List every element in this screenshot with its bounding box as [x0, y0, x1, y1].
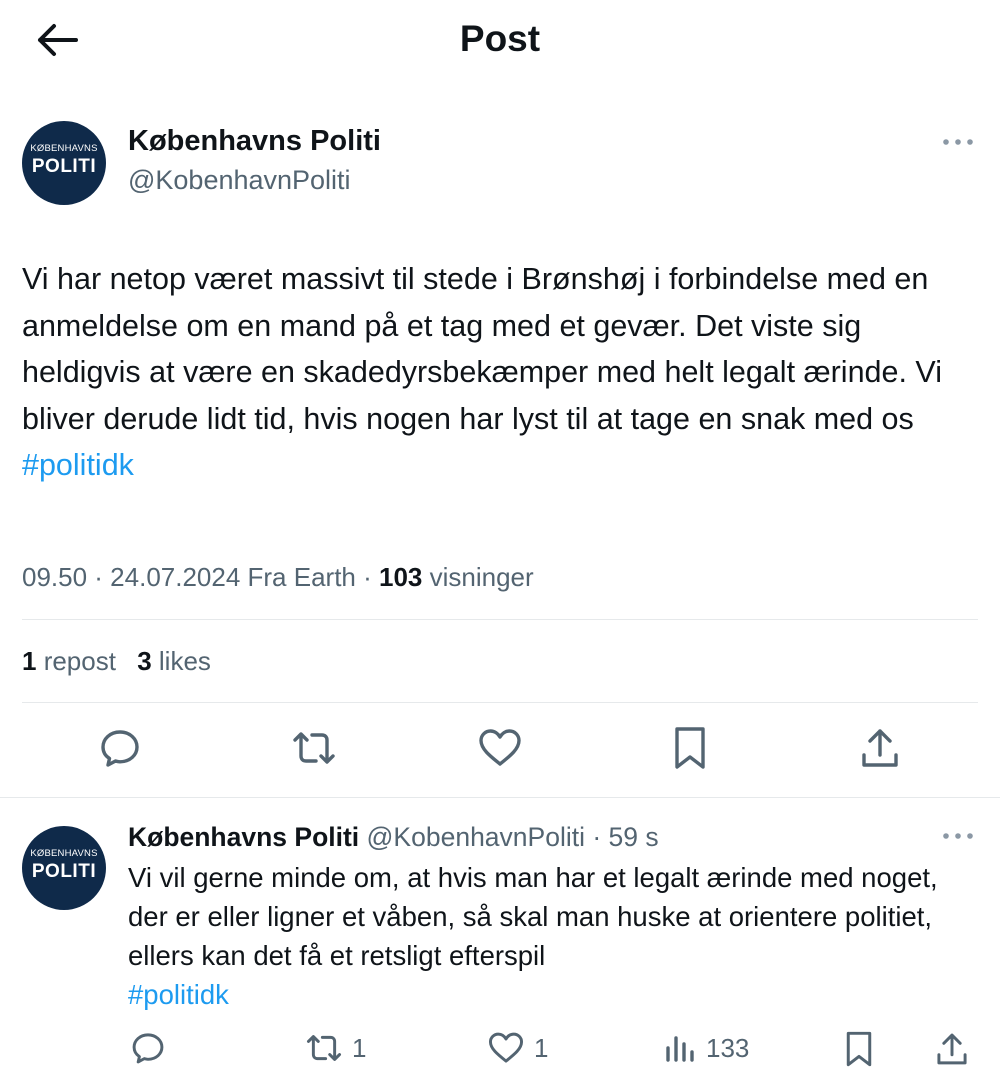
- more-icon: [943, 833, 973, 839]
- reposts-link[interactable]: 1 repost: [22, 646, 116, 676]
- bookmark-icon: [675, 727, 705, 769]
- like-icon: [488, 1032, 524, 1063]
- avatar-bottom-text: POLITI: [31, 156, 97, 177]
- page-title: Post: [459, 18, 541, 59]
- post-meta: 09.50 · 24.07.2024 Fra Earth · 103 visni…: [22, 560, 534, 594]
- reply-like-count: 1: [534, 1032, 549, 1063]
- reply-body: Vi vil gerne minde om, at hvis man har e…: [128, 862, 938, 971]
- reposts-label: repost: [36, 646, 116, 676]
- reply-views-count: 133: [706, 1032, 750, 1063]
- reply-icon: [132, 1033, 164, 1064]
- reply-header: Københavns Politi @KobenhavnPoliti · 59 …: [128, 820, 659, 854]
- likes-label: likes: [151, 646, 211, 676]
- reply-like-button[interactable]: 1: [486, 1030, 548, 1066]
- views-count: 103: [379, 562, 423, 592]
- repost-button[interactable]: [288, 722, 340, 774]
- avatar-top-text: KØBENHAVNS: [30, 143, 98, 154]
- reply-repost-button[interactable]: 1: [304, 1030, 366, 1066]
- reply-avatar[interactable]: KØBENHAVNS POLITI: [22, 826, 106, 910]
- repost-icon: [293, 732, 335, 764]
- like-icon: [479, 729, 521, 766]
- more-icon: [943, 139, 973, 145]
- reply-more-button[interactable]: [940, 826, 976, 846]
- reply-display-name[interactable]: Københavns Politi: [128, 822, 359, 852]
- avatar[interactable]: KØBENHAVNS POLITI: [22, 121, 106, 205]
- reposts-count: 1: [22, 646, 37, 676]
- reply-hashtag-link[interactable]: #politidk: [128, 979, 229, 1010]
- reply-reply-button[interactable]: [130, 1030, 166, 1066]
- author-display-name[interactable]: Københavns Politi: [128, 124, 381, 158]
- likes-link[interactable]: 3 likes: [137, 646, 211, 676]
- divider: [22, 702, 978, 703]
- author-handle[interactable]: @KobenhavnPoliti: [128, 163, 351, 197]
- share-icon: [862, 729, 898, 767]
- repost-icon: [306, 1035, 342, 1061]
- arrow-left-icon: [38, 24, 78, 56]
- likes-count: 3: [137, 646, 152, 676]
- reply-text: Vi vil gerne minde om, at hvis man har e…: [128, 858, 978, 1014]
- share-button[interactable]: [854, 722, 906, 774]
- divider: [0, 797, 1000, 798]
- more-button[interactable]: [940, 132, 976, 152]
- post-text: Vi har netop været massivt til stede i B…: [22, 256, 982, 489]
- bookmark-button[interactable]: [664, 722, 716, 774]
- reply-views-button[interactable]: 133: [664, 1030, 749, 1066]
- reply-button[interactable]: [94, 722, 146, 774]
- post-body: Vi har netop været massivt til stede i B…: [22, 262, 942, 436]
- avatar-top-text: KØBENHAVNS: [30, 848, 98, 859]
- reply-bookmark-button[interactable]: [842, 1030, 876, 1068]
- divider: [22, 619, 978, 620]
- avatar-bottom-text: POLITI: [31, 861, 97, 882]
- back-button[interactable]: [32, 20, 80, 60]
- reply-repost-count: 1: [352, 1032, 367, 1063]
- like-button[interactable]: [474, 722, 526, 774]
- views-icon: [666, 1036, 694, 1062]
- engagement-counts: 1 repost 3 likes: [22, 644, 211, 678]
- post-timestamp: 09.50 · 24.07.2024 Fra Earth ·: [22, 562, 379, 592]
- reply-icon: [101, 730, 139, 767]
- reply-handle-time[interactable]: @KobenhavnPoliti · 59 s: [359, 822, 659, 852]
- share-icon: [937, 1033, 967, 1065]
- bookmark-icon: [846, 1031, 872, 1067]
- reply-share-button[interactable]: [934, 1030, 970, 1068]
- hashtag-link[interactable]: #politidk: [22, 448, 134, 482]
- views-label: visninger: [422, 562, 534, 592]
